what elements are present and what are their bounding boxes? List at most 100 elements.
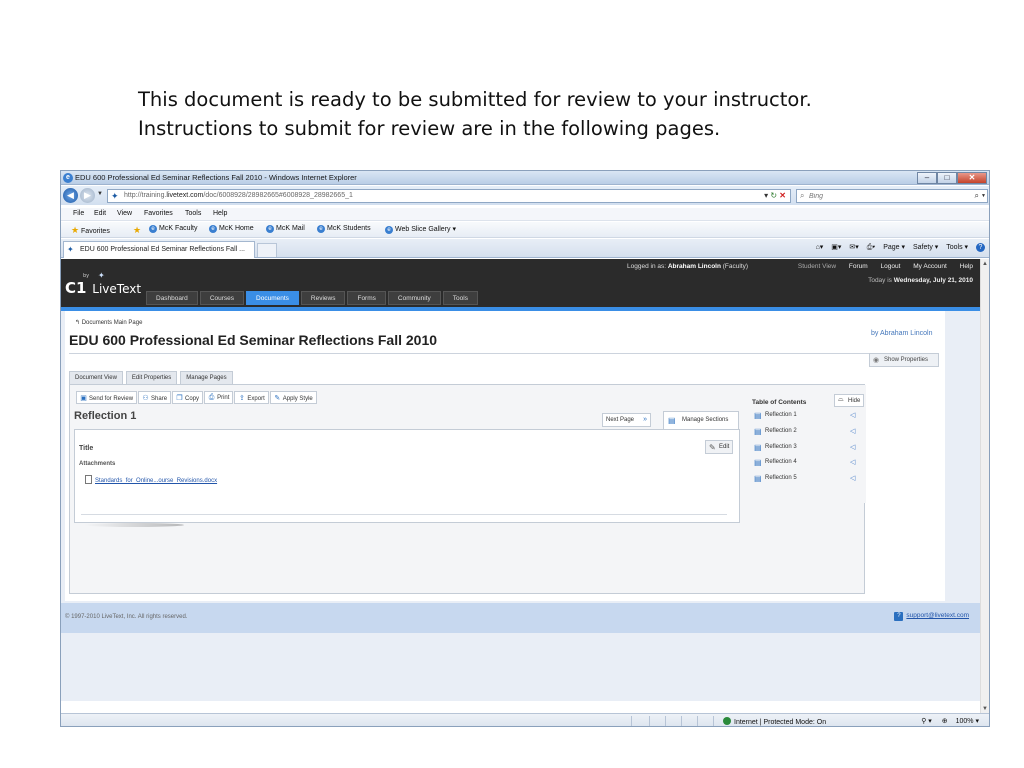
toc-hide-button[interactable]: ⌓ Hide [834,394,864,407]
menu-tools[interactable]: Tools [185,210,201,217]
new-tab-button[interactable] [257,243,277,257]
tab-row: ✦ EDU 600 Professional Ed Seminar Reflec… [61,239,989,258]
link-logout[interactable]: Logout [881,263,901,270]
toc-item[interactable]: ▤ Reflection 2 ◁ [752,427,864,440]
menu-view[interactable]: View [117,210,132,217]
favorite-link-mck-faculty[interactable]: e McK Faculty [149,225,198,233]
toc-item[interactable]: ▤ Reflection 5 ◁ [752,474,864,487]
scroll-up-icon[interactable]: ▲ [982,261,988,267]
back-button[interactable]: ◀ [63,188,78,203]
favorites-button[interactable]: ★ Favorites [71,225,110,236]
nav-documents[interactable]: Documents [246,291,299,305]
close-button[interactable]: ✕ [957,172,987,184]
manage-sections-button[interactable]: ▤ Manage Sections [663,411,739,429]
share-icon: ⚇ [142,395,149,402]
scroll-down-icon[interactable]: ▼ [982,706,988,712]
nav-courses[interactable]: Courses [199,291,245,305]
edit-button[interactable]: ✎ Edit [705,440,734,454]
home-icon[interactable]: ⌂▾ [816,244,824,251]
print-icon[interactable]: ⎙▾ [867,244,876,251]
document-author[interactable]: by Abraham Lincoln [871,330,932,337]
apply-style-button[interactable]: ✎ Apply Style [269,391,317,404]
status-controls: ⚲ ▾ ⊕ 100% ▾ [913,717,979,725]
print-button[interactable]: ⎙ Print [204,391,234,404]
menu-favorites[interactable]: Favorites [144,210,173,217]
support-link[interactable]: ? support@livetext.com [894,612,969,621]
section-title: Title [79,445,94,452]
toc-item[interactable]: ▤ Reflection 4 ◁ [752,458,864,471]
stop-icon[interactable]: ✕ [779,191,786,200]
copy-button[interactable]: ❐ Copy [172,391,204,404]
vertical-scrollbar[interactable]: ▲ ▼ [980,259,989,714]
document-tabs: Document View Edit Properties Manage Pag… [69,371,236,384]
maximize-button[interactable]: □ [937,172,957,184]
address-row: ◀ ▶ ▼ ✦ http://training.livetext.com/doc… [61,186,989,205]
link-help[interactable]: Help [960,263,973,270]
address-dropdown-icon[interactable]: ▾ [764,191,768,200]
search-dropdown-icon[interactable]: ▼ [981,193,986,199]
attachment-link[interactable]: Standards_for_Online...ourse_Revisions.d… [85,475,217,484]
logged-in-user: Logged in as: Abraham Lincoln (Faculty) [627,263,749,270]
menu-file[interactable]: File [73,210,84,217]
document-icon: ▤ [668,416,676,425]
search-icon[interactable]: ⌕ [975,191,979,201]
link-forum[interactable]: Forum [849,263,868,270]
nav-community[interactable]: Community [387,291,441,305]
section-shadow [84,523,184,527]
zoom-control[interactable]: ⊕ 100% ▾ [942,718,979,725]
ie-page-icon: e [209,225,217,233]
eye-icon: ◉ [873,357,880,364]
export-button[interactable]: ⇪ Export [234,391,269,404]
next-page-button[interactable]: Next Page » [602,413,652,427]
livetext-logo[interactable]: C1 by ✦ LiveText [65,271,141,297]
show-properties-button[interactable]: ◉ Show Properties [869,353,939,367]
breadcrumb[interactable]: ↰ Documents Main Page [75,319,142,326]
favorite-link-mck-home[interactable]: e McK Home [209,225,254,233]
favorite-link-web-slice-gallery[interactable]: e Web Slice Gallery ▾ [385,225,456,234]
search-input[interactable] [809,191,959,202]
nav-tools[interactable]: Tools [442,291,478,305]
tab-edit-properties[interactable]: Edit Properties [125,371,178,384]
send-for-review-button[interactable]: ▣ Send for Review [76,391,138,404]
forward-button[interactable]: ▶ [80,188,95,203]
share-button[interactable]: ⚇ Share [138,391,172,404]
document-panel: ▣ Send for Review ⚇ Share ❐ Copy ⎙ Print ⇪ Ex… [69,384,866,594]
help-icon[interactable]: ? [976,243,985,252]
ie-page-icon: e [149,225,157,233]
link-my-account[interactable]: My Account [913,263,947,270]
document-icon: ▤ [754,411,762,420]
security-zone[interactable]: Internet | Protected Mode: On [723,717,826,726]
protected-mode-icon[interactable]: ⚲ ▾ [921,718,932,725]
nav-forms[interactable]: Forms [347,291,386,305]
menu-edit[interactable]: Edit [94,210,106,217]
link-student-view[interactable]: Student View [798,263,836,270]
nav-reviews[interactable]: Reviews [300,291,346,305]
minimize-button[interactable]: – [917,172,937,184]
browser-tab-active[interactable]: ✦ EDU 600 Professional Ed Seminar Reflec… [63,241,255,258]
favorite-link-mck-mail[interactable]: e McK Mail [266,225,305,233]
tab-document-view[interactable]: Document View [69,371,123,384]
divider [631,716,632,726]
toc-item[interactable]: ▤ Reflection 1 ◁ [752,411,864,424]
tools-menu[interactable]: Tools ▾ [946,244,968,251]
page-footer: © 1997-2010 LiveText, Inc. All rights re… [61,603,981,633]
toc-item[interactable]: ▤ Reflection 3 ◁ [752,443,864,456]
livetext-body: ↰ Documents Main Page EDU 600 Profession… [61,311,981,701]
address-bar[interactable]: ✦ http://training.livetext.com/doc/60089… [107,189,791,203]
feeds-icon[interactable]: ▣▾ [831,244,841,251]
add-favorite-icon[interactable]: ★ [133,225,141,236]
page-menu[interactable]: Page ▾ [883,244,905,251]
header-links: Student View Forum Logout My Account Hel… [787,263,973,270]
favorite-link-mck-students[interactable]: e McK Students [317,225,371,233]
browser-window: e EDU 600 Professional Ed Seminar Reflec… [60,170,990,727]
site-favicon-icon: ✦ [67,245,74,254]
safety-menu[interactable]: Safety ▾ [913,244,938,251]
recent-pages-dropdown-icon[interactable]: ▼ [97,191,103,197]
menu-help[interactable]: Help [213,210,227,217]
nav-dashboard[interactable]: Dashboard [146,291,198,305]
page-title: Reflection 1 [74,410,137,422]
refresh-icon[interactable]: ↻ [770,191,777,200]
mail-icon[interactable]: ✉▾ [849,244,858,251]
arrow-left-icon: ◁ [850,428,856,435]
tab-manage-pages[interactable]: Manage Pages [180,371,233,384]
